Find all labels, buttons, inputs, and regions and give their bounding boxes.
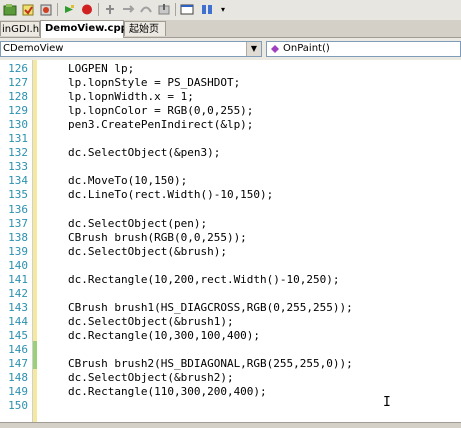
line-number: 126: [8, 62, 28, 75]
editor-bottom-border: [0, 422, 461, 428]
line-number: 127: [8, 76, 28, 90]
code-text: dc.LineTo(rect.Width()-10,150);: [68, 188, 274, 202]
line-number: 146: [8, 343, 28, 356]
code-text: dc.SelectObject(&brush);: [68, 244, 227, 258]
class-dropdown-value: CDemoView: [3, 43, 64, 54]
code-line[interactable]: 129 lp.lopnColor = RGB(0,0,255);: [0, 104, 461, 118]
code-text: CBrush brush2(HS_BDIAGONAL,RGB(255,255,0…: [68, 357, 353, 371]
line-number: 134: [8, 174, 28, 188]
code-line[interactable]: 144 dc.SelectObject(&brush1);: [0, 315, 461, 329]
tab-start-page[interactable]: 起始页: [124, 21, 166, 36]
code-editor[interactable]: 126 LOGPEN lp; 127 lp.lopnStyle = PS_DASHDO…: [0, 60, 461, 422]
tab-ingdi-h[interactable]: inGDI.h: [0, 21, 40, 36]
build-icon[interactable]: [20, 2, 36, 17]
code-text: lp.lopnWidth.x = 1;: [68, 90, 194, 104]
code-line[interactable]: 136: [0, 203, 461, 217]
code-text: dc.MoveTo(10,150);: [68, 174, 188, 188]
code-line[interactable]: 138 CBrush brush(RGB(0,0,255));: [0, 231, 461, 245]
code-text: dc.Rectangle(110,300,200,400);: [68, 385, 267, 399]
document-tab-bar: inGDI.h DemoView.cpp* 起始页: [0, 20, 461, 38]
debug-window-icon[interactable]: [179, 2, 195, 17]
line-number: 141: [8, 272, 28, 286]
code-line[interactable]: 130 pen3.CreatePenIndirect(&lp);: [0, 118, 461, 132]
code-line[interactable]: 148 dc.SelectObject(&brush2);: [0, 371, 461, 385]
code-line[interactable]: 131: [0, 132, 461, 146]
code-text: dc.Rectangle(10,200,rect.Width()-10,250)…: [68, 272, 340, 286]
toolbar: ▾: [0, 0, 461, 21]
line-number: 144: [8, 314, 28, 328]
line-number: 148: [8, 371, 28, 385]
line-number: 138: [8, 230, 28, 244]
stop-icon[interactable]: [79, 2, 95, 17]
code-line[interactable]: 147 CBrush brush2(HS_BDIAGONAL,RGB(255,25…: [0, 357, 461, 371]
code-line[interactable]: 141 dc.Rectangle(10,200,rect.Width()-10,2…: [0, 273, 461, 287]
step-over-icon[interactable]: [138, 2, 154, 17]
code-line[interactable]: 150: [0, 399, 461, 413]
line-number: 139: [8, 244, 28, 258]
member-dropdown-value: OnPaint(): [283, 43, 330, 54]
code-line[interactable]: 137 dc.SelectObject(pen);: [0, 217, 461, 231]
code-line[interactable]: 126 LOGPEN lp;: [0, 62, 461, 76]
text-cursor-icon: I: [383, 395, 391, 410]
code-line[interactable]: 132 dc.SelectObject(&pen3);: [0, 146, 461, 160]
line-number: 145: [8, 328, 28, 342]
tab-demoview-cpp[interactable]: DemoView.cpp*: [40, 20, 133, 38]
chevron-down-icon[interactable]: ▼: [246, 42, 261, 56]
code-line[interactable]: 146: [0, 343, 461, 357]
code-line[interactable]: 139 dc.SelectObject(&brush);: [0, 245, 461, 259]
line-number: 136: [8, 202, 28, 216]
code-text: LOGPEN lp;: [68, 62, 135, 75]
member-dropdown[interactable]: OnPaint(): [266, 41, 461, 57]
code-text: dc.SelectObject(&pen3);: [68, 146, 221, 160]
code-line[interactable]: 133: [0, 160, 461, 174]
line-number: 132: [8, 146, 28, 160]
line-number: 140: [8, 258, 28, 272]
overflow-chevron-icon[interactable]: ▾: [218, 2, 228, 17]
line-number: 130: [8, 118, 28, 132]
line-number: 149: [8, 385, 28, 399]
line-number: 131: [8, 132, 28, 146]
line-number: 142: [8, 286, 28, 300]
code-text: CBrush brush(RGB(0,0,255));: [68, 230, 247, 244]
line-number: 135: [8, 188, 28, 202]
step-out-icon[interactable]: [156, 2, 172, 17]
code-line[interactable]: 134 dc.MoveTo(10,150);: [0, 174, 461, 188]
code-text: pen3.CreatePenIndirect(&lp);: [68, 118, 254, 132]
code-text: CBrush brush1(HS_DIAGCROSS,RGB(0,255,255…: [68, 300, 353, 314]
code-line[interactable]: 143 CBrush brush1(HS_DIAGCROSS,RGB(0,255,…: [0, 301, 461, 315]
code-text: lp.lopnColor = RGB(0,0,255);: [68, 104, 254, 118]
code-text: dc.SelectObject(pen);: [68, 216, 208, 230]
project-icon[interactable]: [2, 2, 18, 17]
code-text: lp.lopnStyle = PS_DASHDOT;: [68, 76, 241, 90]
line-number: 128: [8, 90, 28, 104]
line-number: 129: [8, 104, 28, 118]
step-icon[interactable]: [120, 2, 136, 17]
code-line[interactable]: 149 dc.Rectangle(110,300,200,400);: [0, 385, 461, 399]
line-number: 147: [8, 357, 28, 371]
navigation-bar: CDemoView ▼ OnPaint(): [0, 38, 461, 61]
method-icon: [270, 44, 280, 56]
code-line[interactable]: 142: [0, 287, 461, 301]
compile-icon[interactable]: [38, 2, 54, 17]
run-icon[interactable]: [61, 2, 77, 17]
code-text: dc.Rectangle(10,300,100,400);: [68, 328, 261, 342]
line-number: 137: [8, 216, 28, 230]
code-line[interactable]: 140: [0, 259, 461, 273]
code-text: dc.SelectObject(&brush2);: [68, 371, 234, 385]
line-number: 150: [8, 399, 28, 413]
breakpoint-icon[interactable]: [102, 2, 118, 17]
line-number: 133: [8, 160, 28, 174]
code-line[interactable]: 127 lp.lopnStyle = PS_DASHDOT;: [0, 76, 461, 90]
class-dropdown[interactable]: CDemoView ▼: [0, 41, 262, 57]
line-number: 143: [8, 300, 28, 314]
code-line[interactable]: 135 dc.LineTo(rect.Width()-10,150);: [0, 188, 461, 202]
code-line[interactable]: 145 dc.Rectangle(10,300,100,400);: [0, 329, 461, 343]
code-line[interactable]: 128 lp.lopnWidth.x = 1;: [0, 90, 461, 104]
debug-location-icon[interactable]: [199, 2, 215, 17]
code-text: dc.SelectObject(&brush1);: [68, 314, 234, 328]
